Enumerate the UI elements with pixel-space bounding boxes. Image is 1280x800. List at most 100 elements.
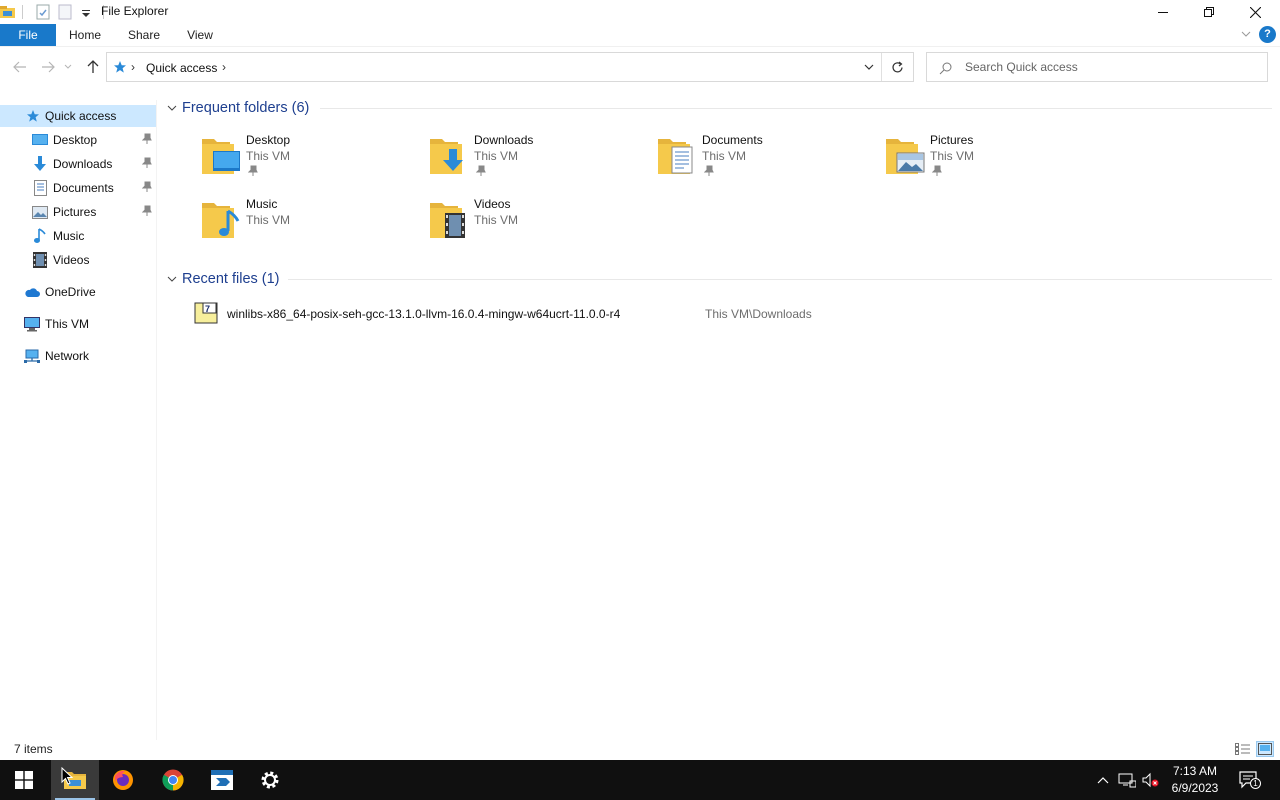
star-icon (113, 60, 127, 77)
sidebar-item-network[interactable]: Network (0, 345, 156, 367)
pin-icon (931, 165, 942, 180)
chevron-down-icon (167, 105, 177, 111)
sidebar-item-downloads[interactable]: Downloads (0, 153, 156, 175)
details-view-button[interactable] (1234, 741, 1252, 757)
folder-tile-desktop[interactable]: Desktop This VM (200, 133, 420, 191)
sidebar-item-documents[interactable]: Documents (0, 177, 156, 199)
restore-button[interactable] (1186, 0, 1232, 24)
sidebar-item-label: Downloads (53, 157, 113, 171)
network-status-button[interactable] (1117, 770, 1137, 790)
downloads-folder-icon (430, 139, 463, 174)
chevron-right-icon[interactable]: › (131, 60, 135, 74)
folder-location: This VM (246, 149, 291, 163)
recent-locations-button[interactable] (62, 57, 74, 77)
search-box[interactable] (926, 52, 1268, 82)
folder-name: Videos (474, 197, 511, 211)
clock-time: 7:13 AM (1172, 764, 1218, 778)
close-icon (1249, 6, 1261, 18)
large-icons-view-icon (1258, 743, 1272, 755)
sidebar-item-label: Videos (53, 253, 90, 267)
taskbar: 7:13 AM 6/9/2023 1 (0, 760, 1280, 800)
pin-icon (475, 165, 486, 180)
search-input[interactable] (965, 58, 1255, 76)
pin-icon (141, 133, 152, 148)
address-history-dropdown[interactable] (863, 61, 875, 76)
navigation-bar: › Quick access › (0, 46, 1280, 86)
chrome-icon (162, 769, 184, 791)
system-clock[interactable]: 7:13 AM 6/9/2023 (1160, 763, 1230, 797)
address-bar[interactable]: › Quick access › (106, 52, 914, 82)
sidebar-item-pictures[interactable]: Pictures (0, 201, 156, 223)
taskbar-firefox[interactable] (99, 760, 147, 800)
taskbar-remote-desktop[interactable] (198, 760, 246, 800)
folder-tile-music[interactable]: Music This VM (200, 197, 420, 255)
sidebar-item-videos[interactable]: Videos (0, 249, 156, 271)
ribbon: File Home Share View ? (0, 24, 1280, 46)
folder-tile-videos[interactable]: Videos This VM (428, 197, 648, 255)
recent-file-path: This VM\Downloads (705, 307, 812, 321)
settings-gear-icon (261, 771, 279, 789)
folder-name: Pictures (930, 133, 974, 147)
new-folder-icon[interactable] (57, 4, 73, 20)
large-icons-view-button[interactable] (1256, 741, 1274, 757)
chevron-right-icon[interactable]: › (222, 60, 226, 74)
videos-folder-icon (430, 203, 465, 238)
up-button[interactable] (83, 57, 103, 77)
list-item[interactable]: 7 winlibs-x86_64-posix-seh-gcc-13.1.0-ll… (190, 300, 890, 326)
address-path[interactable]: Quick access (146, 61, 217, 75)
chevron-down-icon (167, 276, 177, 282)
download-arrow-icon (32, 156, 48, 172)
tab-file[interactable]: File (0, 24, 56, 46)
sidebar-item-music[interactable]: Music (0, 225, 156, 247)
action-center-button[interactable]: 1 (1238, 770, 1261, 790)
tab-home[interactable]: Home (60, 24, 110, 46)
sidebar-item-this-vm[interactable]: This VM (0, 313, 156, 335)
chevron-down-icon (864, 64, 874, 70)
file-explorer-app-icon[interactable] (0, 4, 16, 20)
volume-button[interactable] (1141, 770, 1161, 790)
sidebar-item-label: Network (45, 349, 90, 363)
folder-location: This VM (474, 213, 519, 227)
folder-tile-pictures[interactable]: Pictures This VM (884, 133, 1104, 191)
sidebar-item-label: OneDrive (45, 285, 96, 299)
folder-tile-downloads[interactable]: Downloads This VM (428, 133, 648, 191)
back-button[interactable] (10, 57, 30, 77)
properties-icon[interactable] (35, 4, 51, 20)
folder-tile-documents[interactable]: Documents This VM (656, 133, 876, 191)
taskbar-chrome[interactable] (149, 760, 197, 800)
start-button[interactable] (0, 760, 48, 800)
minimize-button[interactable] (1140, 0, 1186, 24)
taskbar-settings[interactable] (246, 760, 294, 800)
tab-share[interactable]: Share (120, 24, 168, 46)
help-button[interactable]: ? (1259, 26, 1276, 43)
frequent-folders-header[interactable]: Frequent folders (6) (166, 99, 309, 117)
refresh-button[interactable] (881, 53, 913, 81)
chevron-down-icon (1241, 31, 1251, 37)
sidebar-item-label: Pictures (53, 205, 97, 219)
sidebar-item-quick-access[interactable]: Quick access (0, 105, 156, 127)
chevron-down-icon (64, 64, 72, 69)
tab-view[interactable]: View (178, 24, 222, 46)
quick-access-toolbar (0, 2, 110, 22)
close-button[interactable] (1232, 0, 1278, 24)
pin-icon (703, 165, 714, 180)
show-hidden-icons-button[interactable] (1093, 770, 1113, 790)
status-bar: 7 items (0, 740, 1280, 760)
7zip-archive-icon: 7 (194, 302, 218, 324)
sidebar-item-label: Quick access (45, 109, 117, 123)
volume-muted-icon (1142, 772, 1159, 788)
taskbar-file-explorer[interactable] (51, 760, 99, 800)
details-view-icon (1235, 743, 1250, 755)
picture-icon (32, 204, 48, 220)
sidebar-item-desktop[interactable]: Desktop (0, 129, 156, 151)
customize-toolbar-dropdown-icon[interactable] (81, 4, 97, 20)
remote-desktop-icon (211, 770, 233, 790)
pane-divider[interactable] (156, 100, 157, 740)
forward-button[interactable] (38, 57, 58, 77)
arrow-up-icon (87, 60, 99, 73)
title-bar: File Explorer (0, 0, 1280, 24)
sidebar-item-onedrive[interactable]: OneDrive (0, 281, 156, 303)
clock-date: 6/9/2023 (1171, 781, 1219, 795)
expand-ribbon-button[interactable] (1240, 28, 1252, 43)
recent-files-header[interactable]: Recent files (1) (166, 270, 280, 288)
